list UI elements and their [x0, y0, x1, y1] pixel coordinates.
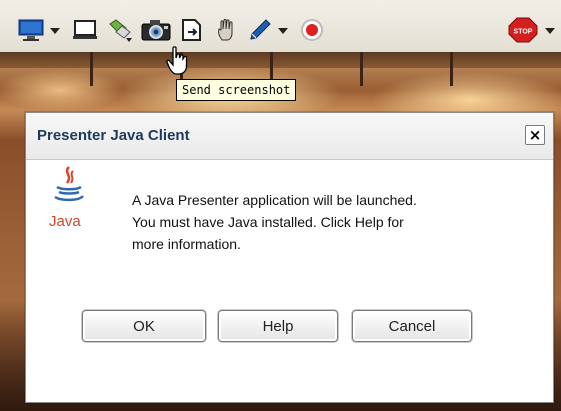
hand-pointer-cursor-icon — [166, 46, 190, 81]
svg-text:STOP: STOP — [514, 29, 533, 36]
record-icon — [301, 19, 323, 41]
background-beam — [90, 52, 93, 86]
close-button[interactable]: × — [525, 125, 545, 145]
stop-button[interactable]: STOP — [508, 17, 538, 43]
pen-button[interactable] — [246, 18, 274, 42]
java-logo-text: Java — [49, 213, 81, 230]
send-screenshot-button[interactable] — [140, 18, 172, 42]
chevron-down-icon[interactable] — [545, 28, 555, 34]
pen-icon — [250, 19, 271, 40]
annotate-button[interactable] — [106, 18, 134, 42]
camera-icon — [141, 20, 171, 41]
annotate-icon — [109, 19, 132, 42]
raise-hand-button[interactable] — [214, 18, 242, 42]
hand-icon — [218, 18, 233, 41]
dialog-title: Presenter Java Client — [37, 127, 190, 144]
tooltip-send-screenshot: Send screenshot — [176, 79, 297, 101]
file-share-button[interactable] — [178, 18, 206, 42]
background-beam — [450, 52, 453, 86]
dialog-header: Presenter Java Client × — [26, 113, 553, 160]
whiteboard-button[interactable] — [72, 18, 100, 42]
message-line: You must have Java installed. Click Help… — [132, 214, 404, 230]
presenter-java-client-dialog: Presenter Java Client × Java A Java Pres… — [25, 112, 554, 403]
background-beam — [360, 52, 363, 86]
whiteboard-icon — [73, 20, 97, 39]
file-share-icon — [182, 19, 201, 41]
chevron-down-icon[interactable] — [278, 28, 288, 34]
stop-icon: STOP — [508, 17, 538, 43]
close-icon: × — [528, 125, 542, 144]
background-beam-bar — [0, 52, 561, 68]
dialog-message: A Java Presenter application will be lau… — [132, 189, 512, 255]
ok-button[interactable]: OK — [82, 310, 206, 342]
desktop-share-button[interactable] — [17, 18, 47, 42]
message-line: A Java Presenter application will be lau… — [132, 192, 417, 208]
cancel-button[interactable]: Cancel — [352, 310, 472, 342]
message-line: more information. — [132, 236, 241, 252]
desktop-share-icon — [18, 19, 44, 41]
record-button[interactable] — [298, 18, 326, 42]
presenter-toolbar: STOP — [0, 0, 561, 52]
help-button[interactable]: Help — [218, 310, 338, 342]
chevron-down-icon[interactable] — [50, 28, 60, 34]
